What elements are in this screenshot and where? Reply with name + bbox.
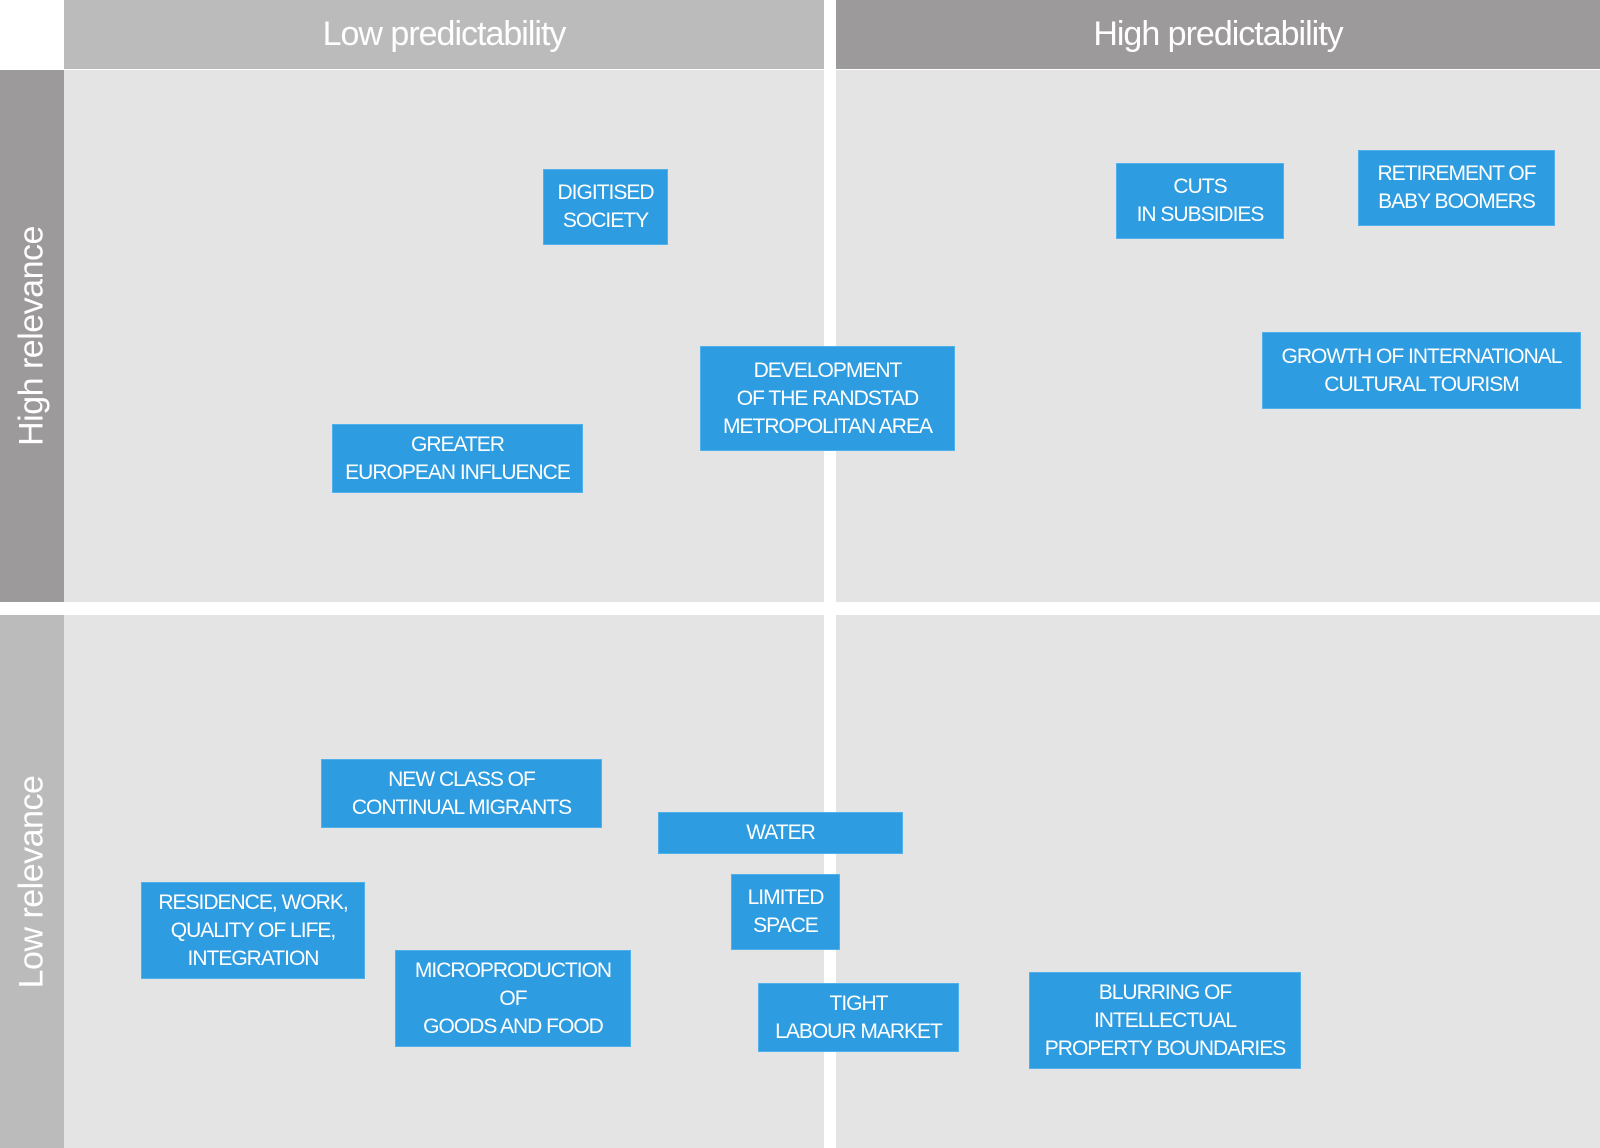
item-label-line: RESIDENCE, WORK, [158,890,348,914]
item-label-line: OF [499,986,527,1010]
item-label-line: SOCIETY [562,209,649,232]
item-label-line: DIGITISED [557,181,654,204]
item-box-new-class-migrants: NEW CLASS OF CONTINUAL MIGRANTS [321,759,602,828]
item-box-blurring-ip: BLURRING OF INTELLECTUAL PROPERTY BOUNDARI… [1029,972,1301,1069]
item-label-line: BABY BOOMERS [1378,190,1536,213]
item-label-line: SPACE [753,914,819,937]
item-label-line: CUTS [1173,175,1227,198]
item-box-growth-cultural-tourism: GROWTH OF INTERNATIONAL CULTURAL TOURISM [1262,332,1581,409]
quadrant-high-relevance-low-predictability [64,70,824,602]
item-box-retirement-baby-boomers: RETIREMENT OF BABY BOOMERS [1358,150,1555,226]
item-label-line: MICROPRODUCTION [414,958,612,982]
item-label-line: WATER [746,821,815,844]
row-header-low-relevance: Low relevance [0,615,64,1148]
column-header-high-predictability: High predictability [836,0,1600,69]
item-box-tight-labour-market: TIGHT LABOUR MARKET [758,983,959,1052]
item-label-line: GREATER [411,432,505,456]
item-box-digitised-society: DIGITISED SOCIETY [543,169,668,245]
item-label-line: CONTINUAL MIGRANTS [351,795,572,819]
item-label-line: OF THE RANDSTAD [736,386,919,410]
item-box-water: WATER [658,812,903,854]
item-box-microproduction: MICROPRODUCTION OF GOODS AND FOOD [395,950,631,1047]
item-box-development-randstad: DEVELOPMENT OF THE RANDSTAD METROPOLITAN A… [700,346,955,451]
item-label-line: TIGHT [829,991,889,1015]
item-label-line: RETIREMENT OF [1377,162,1536,185]
item-label-line: PROPERTY BOUNDARIES [1044,1036,1286,1060]
item-box-cuts-in-subsidies: CUTS IN SUBSIDIES [1116,163,1284,239]
item-label-line: QUALITY OF LIFE, [170,918,336,942]
item-label-line: EUROPEAN INFLUENCE [345,460,571,484]
item-box-limited-space: LIMITED SPACE [731,874,840,950]
item-label-line: LIMITED [747,886,825,909]
item-box-residence-work: RESIDENCE, WORK, QUALITY OF LIFE, INTEGRAT… [141,882,365,979]
column-header-label: Low predictability [322,15,567,53]
row-header-label: Low relevance [12,775,51,988]
item-label-line: INTEGRATION [187,946,320,970]
item-label-line: GOODS AND FOOD [423,1014,604,1038]
item-label-line: GROWTH OF INTERNATIONAL [1281,344,1563,368]
row-header-high-relevance: High relevance [0,70,64,602]
item-label-line: INTELLECTUAL [1093,1008,1237,1032]
item-label-line: METROPOLITAN AREA [723,414,933,438]
item-label-line: CULTURAL TOURISM [1324,372,1519,396]
item-label-line: NEW CLASS OF [388,767,536,791]
column-header-label: High predictability [1093,15,1343,53]
item-label-line: BLURRING OF [1098,980,1233,1004]
item-label-line: LABOUR MARKET [775,1019,943,1043]
column-header-low-predictability: Low predictability [64,0,824,69]
row-header-label: High relevance [12,226,51,446]
item-label-line: IN SUBSIDIES [1136,203,1265,226]
item-box-greater-european-influence: GREATER EUROPEAN INFLUENCE [332,424,583,493]
item-label-line: DEVELOPMENT [753,358,903,382]
